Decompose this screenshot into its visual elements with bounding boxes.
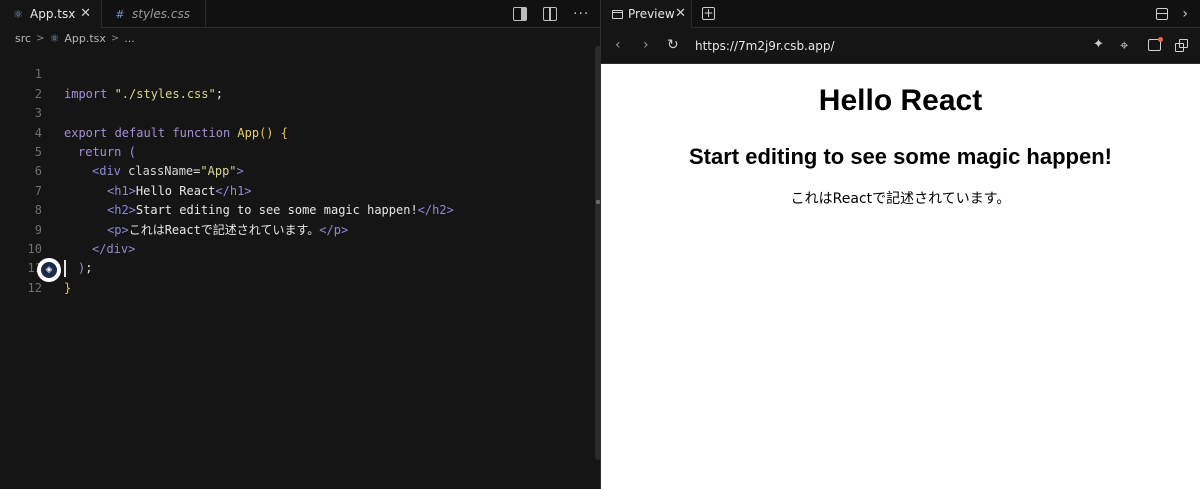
editor-tab-bar: ⚛ App.tsx ✕ # styles.css ··· [0, 0, 601, 28]
close-icon[interactable]: ✕ [675, 6, 686, 21]
hash-icon: # [115, 7, 125, 21]
tab-app-tsx[interactable]: ⚛ App.tsx ✕ [0, 0, 102, 28]
breadcrumb-folder[interactable]: src [15, 32, 31, 45]
back-button[interactable]: ‹ [615, 38, 621, 52]
tab-styles-css[interactable]: # styles.css [102, 0, 206, 28]
code-line[interactable]: 11 } [0, 240, 594, 294]
text-cursor [64, 260, 66, 278]
preview-paragraph: これはReactで記述されています。 [790, 191, 1011, 207]
code-line[interactable]: 5 <div className="App"> [0, 124, 594, 178]
chevron-right-icon: > [36, 32, 45, 44]
chevron-right-icon[interactable]: › [1182, 7, 1188, 21]
code-line[interactable]: 1 import "./styles.css"; [0, 46, 594, 100]
close-icon[interactable]: ✕ [80, 6, 91, 21]
split-editor-icon[interactable] [543, 7, 557, 21]
react-icon: ⚛ [13, 7, 23, 21]
code-line[interactable]: 2 [0, 65, 594, 101]
add-tab-button[interactable]: + [702, 7, 715, 20]
line-number: 12 [27, 280, 42, 295]
code-editor-pane: ⚛ App.tsx ✕ # styles.css ··· src > ⚛ App… [0, 0, 601, 489]
code-line[interactable]: 9 </div> [0, 201, 594, 256]
breadcrumb-symbol[interactable]: ... [124, 32, 135, 45]
tab-label: styles.css [132, 7, 190, 21]
forward-button[interactable]: › [643, 38, 649, 52]
inspect-icon[interactable]: ⌖ [1120, 38, 1128, 53]
breadcrumb: src > ⚛ App.tsx > ... [15, 30, 135, 46]
toggle-sidebar-icon[interactable] [513, 7, 527, 21]
address-bar: ‹ › ↻ https://7m2j9r.csb.app/ ✦ ⌖ [601, 28, 1200, 64]
preview-pane: Preview ✕ + › ‹ › ↻ https://7m2j9r.csb.a… [601, 0, 1200, 489]
reload-button[interactable]: ↻ [667, 38, 679, 52]
code-line[interactable]: 6 <h1>Hello React</h1> [0, 143, 594, 197]
code-line[interactable]: 7 <h2>Start editing to see some magic ha… [0, 162, 594, 217]
code-line[interactable]: 8 <p>これはReactで記述されています。</p> [0, 182, 594, 236]
url-field[interactable]: https://7m2j9r.csb.app/ [695, 39, 835, 53]
layout-icon[interactable] [1156, 8, 1169, 20]
breadcrumb-file[interactable]: App.tsx [64, 32, 106, 45]
editor-actions: ··· [513, 0, 601, 28]
preview-subheading: Start editing to see some magic happen! [689, 144, 1112, 169]
code-line[interactable]: 3 export default function App() { [0, 85, 594, 139]
react-icon: ⚛ [49, 31, 60, 45]
terminal-icon[interactable] [1148, 37, 1163, 51]
codesandbox-icon: ◈ [41, 262, 57, 278]
code-line[interactable]: 10 ); [0, 221, 594, 275]
preview-viewport: Hello React Start editing to see some ma… [601, 64, 1200, 489]
tab-label: App.tsx [30, 7, 76, 21]
popout-icon[interactable] [1175, 39, 1188, 52]
tab-preview[interactable]: Preview ✕ [601, 0, 692, 28]
code-line[interactable]: 12 [0, 259, 594, 295]
preview-actions: › [1156, 0, 1188, 28]
collaborator-avatar[interactable]: ◈ [37, 258, 61, 282]
tab-label: Preview [628, 7, 675, 21]
magic-icon[interactable]: ✦ [1093, 38, 1104, 52]
resize-handle[interactable] [596, 200, 600, 204]
more-icon[interactable]: ··· [573, 7, 589, 21]
code-brace: } [64, 280, 72, 295]
chevron-right-icon: > [110, 32, 120, 44]
code-line[interactable]: 4 return ( [0, 104, 594, 159]
preview-tab-bar: Preview ✕ + › [601, 0, 1200, 28]
notification-dot [1158, 37, 1163, 42]
preview-heading: Hello React [818, 84, 983, 117]
browser-window-icon [612, 9, 623, 19]
